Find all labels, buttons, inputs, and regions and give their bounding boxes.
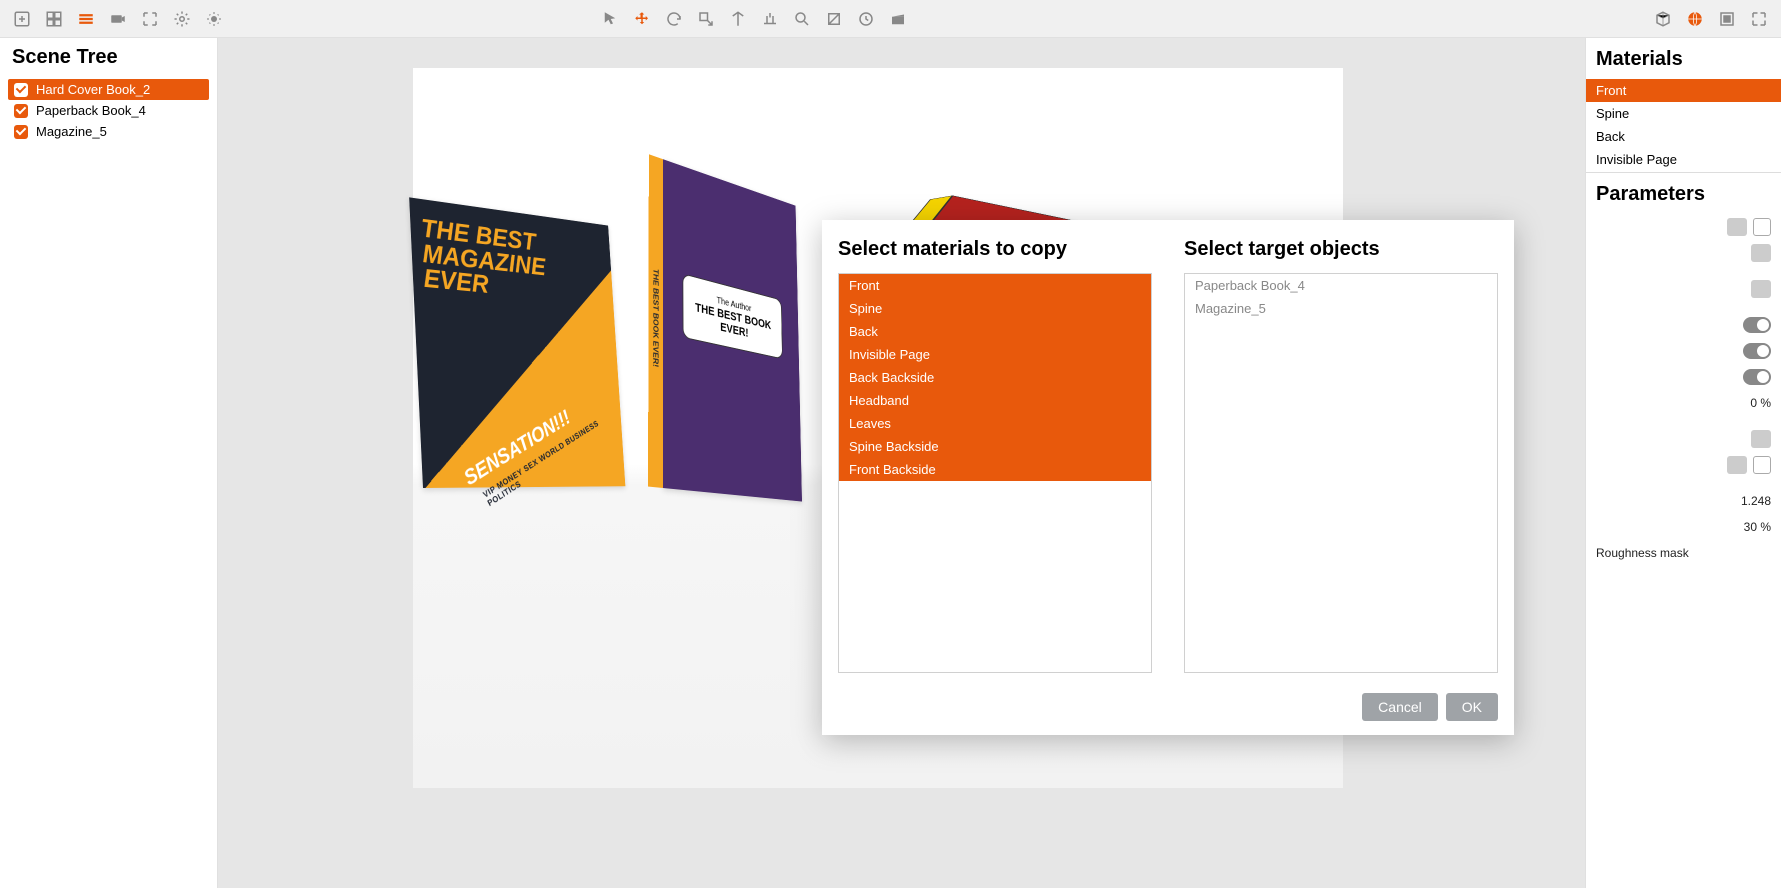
cancel-button[interactable]: Cancel [1362, 693, 1438, 721]
parameter-row: 30 % [1586, 514, 1781, 540]
gear-icon[interactable] [168, 5, 196, 33]
globe-icon[interactable] [1681, 5, 1709, 33]
visibility-checkbox[interactable] [14, 125, 28, 139]
window-icon[interactable] [1713, 5, 1741, 33]
cursor-icon[interactable] [596, 5, 624, 33]
copy-material-item[interactable]: Leaves [839, 412, 1151, 435]
scene-item-label: Magazine_5 [36, 124, 107, 139]
rotate-icon[interactable] [660, 5, 688, 33]
pivot-icon[interactable] [724, 5, 752, 33]
parameter-row [1586, 214, 1781, 240]
material-item[interactable]: Front [1586, 79, 1781, 102]
top-toolbar [0, 0, 1781, 38]
ok-button[interactable]: OK [1446, 693, 1498, 721]
parameter-label: Roughness mask [1596, 546, 1689, 560]
copy-material-item[interactable]: Back [839, 320, 1151, 343]
right-panel: Materials FrontSpineBackInvisible Page P… [1585, 38, 1781, 888]
add-icon[interactable] [8, 5, 36, 33]
folder-icon[interactable] [1751, 430, 1771, 448]
color-swatch[interactable] [1753, 218, 1771, 236]
material-item[interactable]: Back [1586, 125, 1781, 148]
sun-icon[interactable] [200, 5, 228, 33]
materials-title: Materials [1586, 38, 1781, 79]
toggle-switch[interactable] [1743, 317, 1771, 333]
visibility-checkbox[interactable] [14, 104, 28, 118]
toggle-switch[interactable] [1743, 369, 1771, 385]
magnify-icon[interactable] [788, 5, 816, 33]
parameter-value: 30 % [1744, 520, 1771, 534]
copy-material-item[interactable]: Front [839, 274, 1151, 297]
modal-right-title: Select target objects [1184, 238, 1498, 261]
camera-icon[interactable] [104, 5, 132, 33]
object-paperback[interactable]: THE BEST BOOK EVER! The Author THE BEST … [663, 159, 802, 501]
dropdown-button[interactable] [1751, 244, 1771, 262]
parameter-row [1586, 478, 1781, 488]
layers-icon[interactable] [72, 5, 100, 33]
magazine-title-3: EVER [423, 263, 489, 299]
scene-item-label: Hard Cover Book_2 [36, 82, 150, 97]
visibility-checkbox[interactable] [14, 83, 28, 97]
snap-icon[interactable] [756, 5, 784, 33]
material-item[interactable]: Spine [1586, 102, 1781, 125]
scene-item[interactable]: Paperback Book_4 [8, 100, 209, 121]
parameters-title: Parameters [1586, 173, 1781, 214]
parameter-row [1586, 302, 1781, 312]
copy-material-item[interactable]: Spine Backside [839, 435, 1151, 458]
scale-icon[interactable] [692, 5, 720, 33]
expand-icon[interactable] [1745, 5, 1773, 33]
time-icon[interactable] [852, 5, 880, 33]
focus-icon[interactable] [136, 5, 164, 33]
target-object-item[interactable]: Magazine_5 [1185, 297, 1497, 320]
folder-icon[interactable] [1727, 218, 1747, 236]
parameter-row [1586, 312, 1781, 338]
folder-icon[interactable] [1727, 456, 1747, 474]
clapper-icon[interactable] [884, 5, 912, 33]
parameter-row [1586, 338, 1781, 364]
parameter-row: 0 % [1586, 390, 1781, 416]
parameter-row: Roughness mask [1586, 540, 1781, 566]
scene-item-label: Paperback Book_4 [36, 103, 146, 118]
toggle-switch[interactable] [1743, 343, 1771, 359]
parameter-row [1586, 364, 1781, 390]
parameter-row [1586, 426, 1781, 452]
grid-icon[interactable] [40, 5, 68, 33]
copy-material-item[interactable]: Headband [839, 389, 1151, 412]
scene-tree-title: Scene Tree [8, 46, 209, 69]
crop-icon[interactable] [820, 5, 848, 33]
parameter-row [1586, 452, 1781, 478]
object-magazine[interactable]: THE BEST MAGAZINE EVER SENSATION!!! VIP … [409, 197, 625, 488]
copy-material-item[interactable]: Invisible Page [839, 343, 1151, 366]
parameter-row [1586, 276, 1781, 302]
materials-to-copy-list[interactable]: FrontSpineBackInvisible PageBack Backsid… [838, 273, 1152, 673]
parameter-value: 1.248 [1741, 494, 1771, 508]
target-object-item[interactable]: Paperback Book_4 [1185, 274, 1497, 297]
paperback-spine: THE BEST BOOK EVER! [648, 154, 663, 488]
scene-tree-panel: Scene Tree Hard Cover Book_2 Paperback B… [0, 38, 218, 888]
move-icon[interactable] [628, 5, 656, 33]
copy-material-item[interactable]: Spine [839, 297, 1151, 320]
copy-material-item[interactable]: Back Backside [839, 366, 1151, 389]
scene-item[interactable]: Magazine_5 [8, 121, 209, 142]
target-objects-list[interactable]: Paperback Book_4Magazine_5 [1184, 273, 1498, 673]
parameter-row: 1.248 [1586, 488, 1781, 514]
cube-icon[interactable] [1649, 5, 1677, 33]
parameter-value: 0 % [1750, 396, 1771, 410]
color-swatch[interactable] [1753, 456, 1771, 474]
material-item[interactable]: Invisible Page [1586, 148, 1781, 171]
parameter-row [1586, 240, 1781, 266]
dropdown-button[interactable] [1751, 280, 1771, 298]
scene-item[interactable]: Hard Cover Book_2 [8, 79, 209, 100]
parameter-row [1586, 416, 1781, 426]
parameter-row [1586, 266, 1781, 276]
modal-left-title: Select materials to copy [838, 238, 1152, 261]
copy-material-item[interactable]: Front Backside [839, 458, 1151, 481]
copy-materials-modal: Select materials to copy FrontSpineBackI… [822, 220, 1514, 735]
